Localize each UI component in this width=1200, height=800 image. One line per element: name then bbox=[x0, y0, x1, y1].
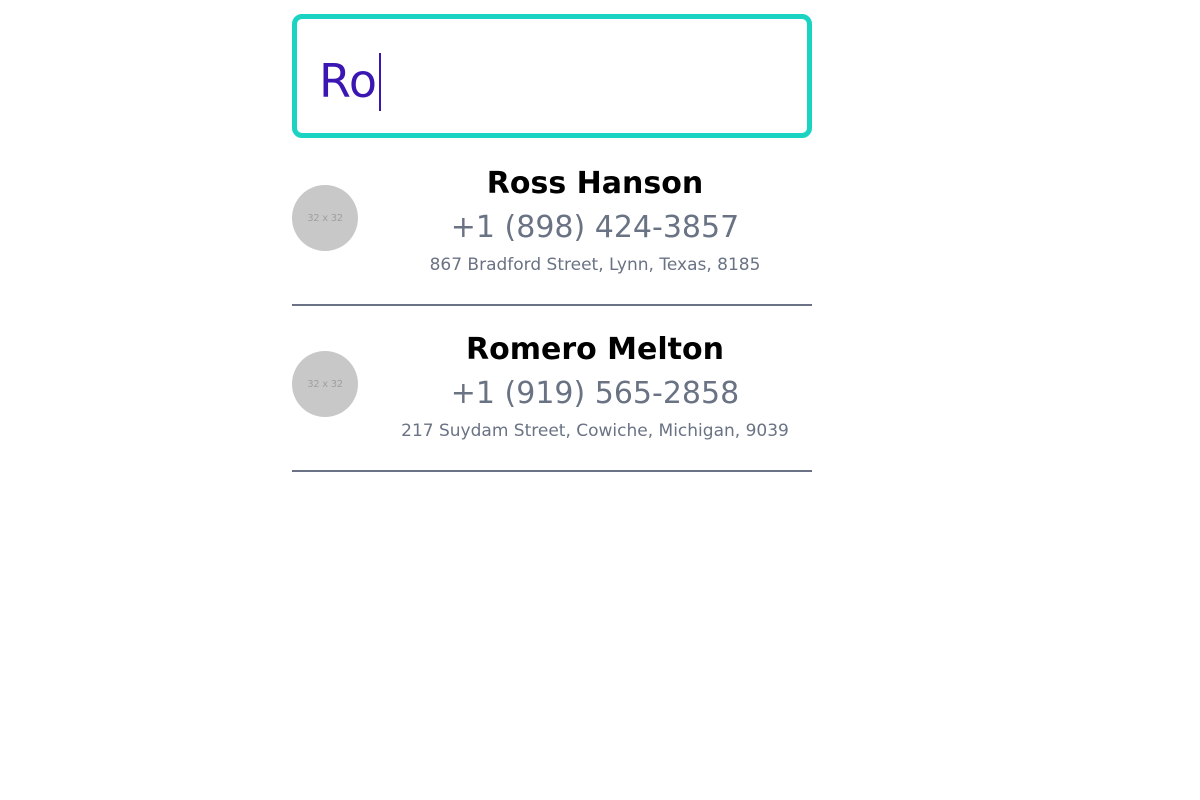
contact-address: 217 Suydam Street, Cowiche, Michigan, 90… bbox=[401, 421, 789, 441]
contact-address: 867 Bradford Street, Lynn, Texas, 8185 bbox=[429, 255, 761, 275]
contact-name: Ross Hanson bbox=[486, 166, 704, 201]
contact-item[interactable]: 32 x 32 Ross Hanson +1 (898) 424-3857 86… bbox=[292, 164, 812, 306]
avatar: 32 x 32 bbox=[292, 351, 358, 417]
search-input[interactable]: Ro bbox=[292, 14, 812, 138]
contact-name: Romero Melton bbox=[466, 332, 724, 367]
text-caret bbox=[379, 53, 382, 111]
avatar-placeholder-text: 32 x 32 bbox=[307, 378, 343, 390]
contact-phone: +1 (919) 565-2858 bbox=[450, 376, 740, 411]
contact-info: Ross Hanson +1 (898) 424-3857 867 Bradfo… bbox=[378, 164, 812, 278]
search-query-text: Ro bbox=[319, 54, 378, 108]
contact-list: 32 x 32 Ross Hanson +1 (898) 424-3857 86… bbox=[292, 164, 812, 472]
avatar-placeholder-text: 32 x 32 bbox=[307, 212, 343, 224]
contact-search-app: Ro 32 x 32 Ross Hanson +1 (898) 424-3857… bbox=[292, 14, 812, 496]
avatar: 32 x 32 bbox=[292, 185, 358, 251]
contact-phone: +1 (898) 424-3857 bbox=[450, 210, 740, 245]
search-input-value[interactable]: Ro bbox=[319, 51, 382, 111]
contact-item[interactable]: 32 x 32 Romero Melton +1 (919) 565-2858 … bbox=[292, 330, 812, 472]
contact-info: Romero Melton +1 (919) 565-2858 217 Suyd… bbox=[378, 330, 812, 444]
